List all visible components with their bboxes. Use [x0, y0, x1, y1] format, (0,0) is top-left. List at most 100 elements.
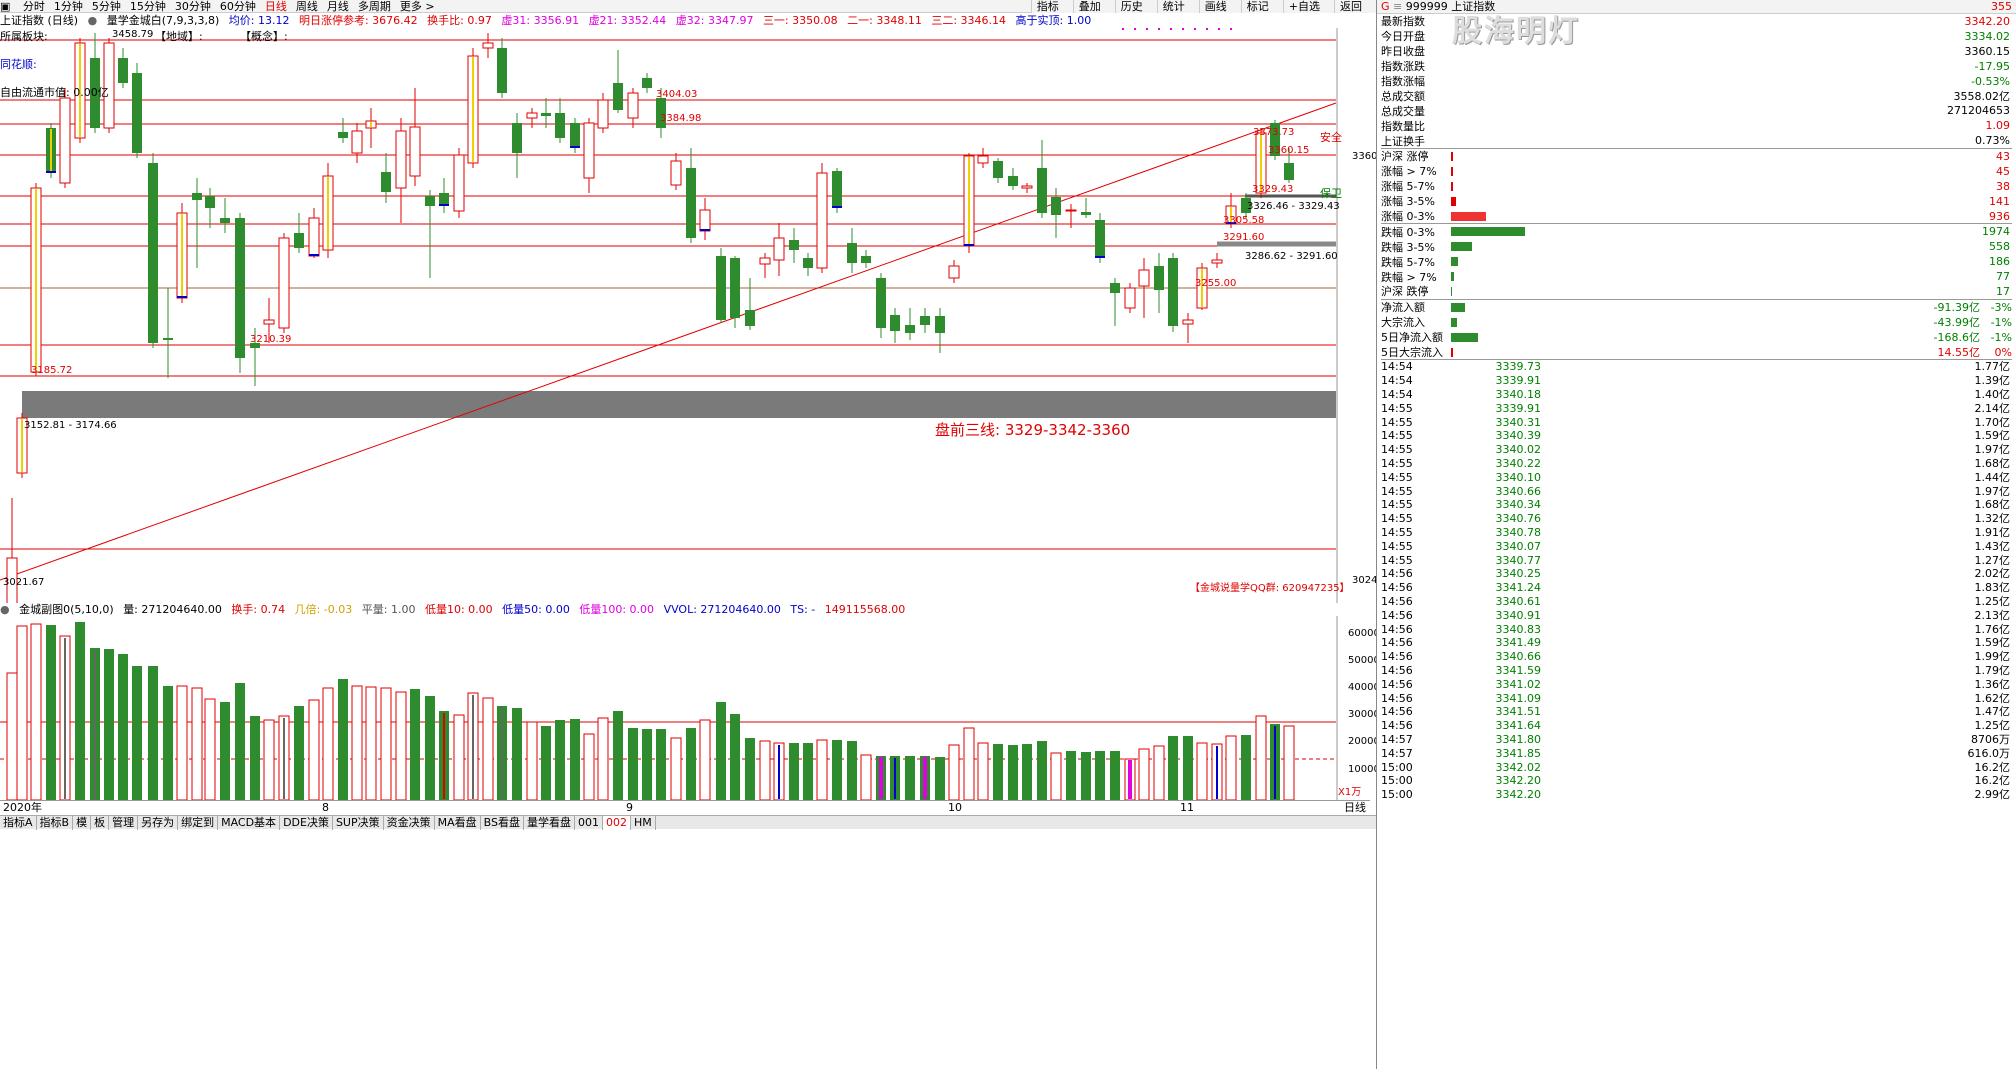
candle — [1037, 140, 1047, 218]
volume-bar — [730, 714, 740, 800]
volume-bar — [46, 625, 56, 800]
indicator-name[interactable]: 量学金城白(7,9,3,3,8) — [107, 14, 220, 28]
period-tab-4[interactable]: 30分钟 — [175, 0, 211, 13]
candle — [948, 260, 960, 283]
candle — [148, 153, 158, 348]
period-tab-9[interactable]: 多周期 — [358, 0, 391, 13]
vol-turnover: 换手: 0.74 — [231, 603, 286, 616]
tool-3[interactable]: 统计 — [1156, 0, 1190, 13]
vol-low50: 低量50: 0.00 — [502, 603, 570, 616]
bottom-tab-10[interactable]: 资金决策 — [384, 816, 435, 830]
volume-bar — [308, 699, 320, 801]
sector-label: 所属板块: — [0, 30, 48, 43]
bottom-tab-15[interactable]: 002 — [602, 816, 631, 830]
volume-bar — [338, 679, 348, 800]
tick-row: 14:56 3341.02 1.36亿 — [1381, 677, 2010, 691]
volume-bar — [250, 716, 260, 800]
zone-label: 【地域】: — [155, 30, 203, 43]
volume-bar — [425, 696, 435, 800]
bottom-tab-13[interactable]: 量学看盘 — [524, 816, 575, 830]
vol-indicator-name[interactable]: 金城副图0(5,10,0) — [19, 603, 114, 616]
period-tab-10[interactable]: 更多 > — [400, 0, 435, 13]
breadth-row: 跌幅 > 7% 77 — [1381, 270, 2010, 284]
candle — [322, 163, 334, 258]
candle — [935, 308, 945, 353]
tick-row: 14:55 3340.77 1.27亿 — [1381, 553, 2010, 567]
bottom-tab-2[interactable]: 模 — [73, 816, 92, 830]
candle — [176, 203, 188, 303]
period-tab-5[interactable]: 60分钟 — [220, 0, 256, 13]
tool-4[interactable]: 画线 — [1198, 0, 1232, 13]
tool-0[interactable]: 指标 — [1030, 0, 1064, 13]
vol-axis-label: 60000 — [1348, 628, 1376, 639]
volume-bar — [1255, 715, 1267, 801]
tool-2[interactable]: 历史 — [1114, 0, 1148, 13]
candle — [482, 33, 494, 58]
bottom-tab-9[interactable]: SUP决策 — [333, 816, 384, 830]
bottom-tab-16[interactable]: HM — [631, 816, 656, 830]
candle — [876, 273, 886, 338]
flow-row: 5日大宗流入 14.55亿 0% — [1381, 345, 2012, 360]
tick-row: 14:57 3341.85 616.0万 — [1381, 746, 2010, 760]
period-tab-7[interactable]: 周线 — [296, 0, 318, 13]
indicator-toggle-icon[interactable]: ● — [88, 14, 98, 28]
date-label: 11 — [1180, 801, 1194, 814]
period-tab-8[interactable]: 月线 — [327, 0, 349, 13]
tool-6[interactable]: +自选 — [1282, 0, 1325, 13]
volume-info-bar: ● 金城副图0(5,10,0) 量: 271204640.00 换手: 0.74… — [0, 603, 1345, 616]
breadth-row: 跌幅 0-3% 1974 — [1381, 225, 2010, 239]
bottom-tab-0[interactable]: 指标A — [0, 816, 37, 830]
candle — [1211, 253, 1223, 268]
tool-5[interactable]: 标记 — [1240, 0, 1274, 13]
tick-row: 14:56 3340.83 1.76亿 — [1381, 622, 2010, 636]
ths-label: 同花顺: — [0, 58, 37, 71]
volume-bar — [351, 685, 363, 801]
candle — [453, 148, 465, 218]
period-tab-3[interactable]: 15分钟 — [130, 0, 166, 13]
stat-row: 上证换手 0.73% — [1381, 134, 2010, 148]
bottom-tab-11[interactable]: MA看盘 — [435, 816, 481, 830]
volume-bar — [920, 756, 930, 800]
vol-toggle-icon[interactable]: ● — [0, 603, 10, 616]
volume-bar — [803, 743, 813, 800]
volume-bar — [1008, 745, 1018, 800]
toggle-box[interactable]: ▣ — [0, 0, 10, 13]
period-tab-6[interactable]: 日线 — [265, 0, 287, 13]
candle — [699, 198, 711, 240]
axis-3360: 3360 — [1352, 151, 1378, 162]
header-number: 355 — [1991, 0, 2012, 13]
g-icon[interactable]: G — [1381, 0, 1390, 13]
tick-row: 14:56 3341.51 1.47亿 — [1381, 705, 2010, 719]
candle — [642, 73, 652, 93]
period-tab-1[interactable]: 1分钟 — [54, 0, 83, 13]
bottom-tab-4[interactable]: 管理 — [109, 816, 139, 830]
bottom-tab-7[interactable]: MACD基本 — [218, 816, 281, 830]
bottom-tab-6[interactable]: 绑定到 — [178, 816, 219, 830]
tool-1[interactable]: 叠加 — [1072, 0, 1106, 13]
volume-bar — [699, 719, 711, 801]
bottom-tab-8[interactable]: DDE决策 — [280, 816, 333, 830]
period-tab-0[interactable]: 分时 — [23, 0, 45, 13]
volume-bar — [204, 698, 216, 801]
candle — [759, 253, 771, 278]
volume-bar — [1241, 735, 1251, 800]
period-tab-2[interactable]: 5分钟 — [92, 0, 121, 13]
volume-bar — [816, 739, 828, 801]
vol-low100: 低量100: 0.00 — [579, 603, 655, 616]
bottom-tab-5[interactable]: 另存为 — [138, 816, 179, 830]
volume-bar — [1211, 743, 1223, 801]
bottom-tab-12[interactable]: BS看盘 — [481, 816, 524, 830]
volume-bar — [1037, 741, 1047, 800]
candle — [847, 228, 857, 273]
v32: 虚32: 3347.97 — [675, 14, 754, 27]
tool-7[interactable]: 返回 — [1334, 0, 1367, 13]
bottom-tab-1[interactable]: 指标B — [37, 816, 74, 830]
stat-row: 指数涨跌 -17.95 — [1381, 59, 2010, 74]
candle — [278, 233, 290, 333]
bottom-tab-14[interactable]: 001 — [575, 816, 603, 830]
bottom-tab-3[interactable]: 板 — [91, 816, 110, 830]
volume-chart[interactable]: 60000 50000 40000 30000 20000 10000 X1万 — [0, 616, 1376, 801]
menu-icon[interactable]: ≡ — [1393, 0, 1406, 13]
tick-row: 15:00 3342.02 16.2亿 — [1381, 760, 2010, 774]
tick-row: 14:56 3341.49 1.59亿 — [1381, 636, 2010, 650]
